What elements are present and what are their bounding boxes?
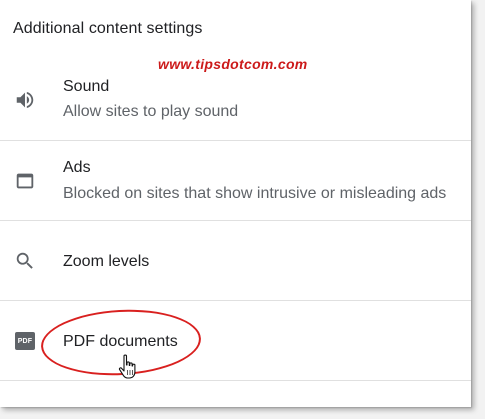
setting-row-ads[interactable]: Ads Blocked on sites that show intrusive… xyxy=(0,141,471,220)
divider xyxy=(0,380,471,381)
ads-title: Ads xyxy=(63,159,91,176)
search-icon xyxy=(13,249,37,273)
content-settings-panel: Additional content settings www.tipsdotc… xyxy=(0,0,471,407)
setting-row-sound[interactable]: Sound Allow sites to play sound xyxy=(0,62,471,140)
speaker-icon xyxy=(13,88,37,112)
section-header: Additional content settings xyxy=(13,20,203,37)
window-icon xyxy=(13,169,37,193)
pdf-icon: PDF xyxy=(13,329,37,353)
setting-row-zoom-levels[interactable]: Zoom levels xyxy=(0,221,471,300)
sound-subtitle: Allow sites to play sound xyxy=(63,103,239,120)
setting-row-pdf-documents[interactable]: PDF PDF documents xyxy=(0,301,471,380)
zoom-levels-title: Zoom levels xyxy=(63,253,150,270)
ads-subtitle: Blocked on sites that show intrusive or … xyxy=(63,185,447,202)
pdf-documents-title: PDF documents xyxy=(63,333,178,350)
sound-title: Sound xyxy=(63,78,110,95)
